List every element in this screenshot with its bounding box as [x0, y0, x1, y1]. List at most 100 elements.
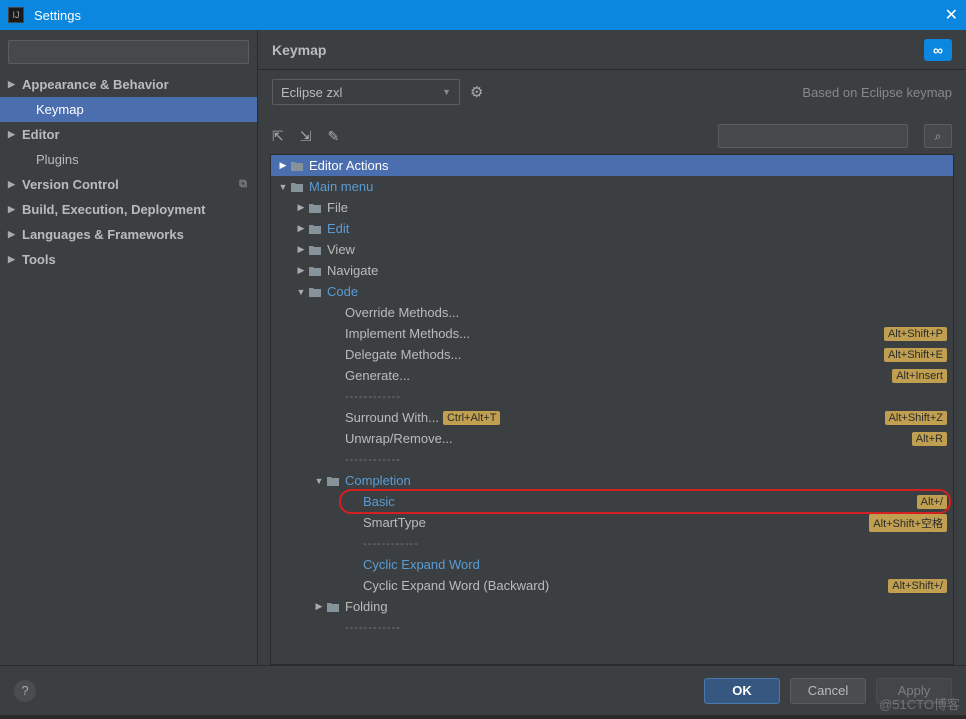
tree-row[interactable]: Generate...Alt+Insert [271, 365, 953, 386]
tree-row[interactable]: ------------ [271, 617, 953, 638]
sidebar-item[interactable]: ▶Languages & Frameworks [0, 222, 257, 247]
sidebar-item-label: Appearance & Behavior [22, 77, 169, 92]
app-logo-icon: IJ [8, 7, 24, 23]
tree-row[interactable]: ------------ [271, 533, 953, 554]
tree-label: Cyclic Expand Word [363, 557, 480, 572]
sidebar-item[interactable]: ▶Appearance & Behavior [0, 72, 257, 97]
chevron-right-icon: ▶ [295, 223, 307, 234]
action-tree[interactable]: ▶Editor Actions▼Main menu▶File▶Edit▶View… [270, 154, 954, 665]
tree-row[interactable]: ▶ Editor Actions [271, 155, 953, 176]
sidebar-item[interactable]: Plugins [0, 147, 257, 172]
chevron-down-icon: ▼ [277, 182, 289, 192]
find-shortcut-button[interactable]: ⌕ [924, 124, 952, 148]
tree-row[interactable]: Basic Alt+/ [271, 491, 953, 512]
sidebar-item-label: Version Control [22, 177, 119, 192]
shortcut-badge: Alt+Shift+P [884, 327, 947, 341]
cancel-button[interactable]: Cancel [790, 678, 866, 704]
help-button[interactable]: ? [14, 680, 36, 702]
sidebar-item-label: Tools [22, 252, 56, 267]
blank-icon [325, 327, 341, 341]
tree-row[interactable]: ▼Completion [271, 470, 953, 491]
sidebar-search-input[interactable] [8, 40, 249, 64]
sidebar-item[interactable]: ▶Version Control⧉ [0, 172, 257, 197]
share-badge-icon[interactable]: ∞ [924, 39, 952, 61]
window-title: Settings [34, 8, 81, 23]
tree-row[interactable]: Surround With... Ctrl+Alt+T Alt+Shift+Z [271, 407, 953, 428]
chevron-right-icon: ▶ [8, 204, 15, 215]
folder-icon [307, 201, 323, 215]
tree-label: Delegate Methods... [345, 347, 461, 362]
tree-row[interactable]: ▶View [271, 239, 953, 260]
sidebar-item-label: Plugins [36, 152, 79, 167]
keymap-dropdown[interactable]: Eclipse zxl ▼ [272, 79, 460, 105]
tree-label: Surround With... [345, 410, 439, 425]
ok-button[interactable]: OK [704, 678, 780, 704]
tree-row[interactable]: ▶Folding [271, 596, 953, 617]
expand-icon[interactable]: ⇱ [272, 128, 284, 145]
tree-label: Main menu [309, 179, 373, 194]
sidebar-item[interactable]: ▶ Tools [0, 247, 257, 272]
shortcut-badge: Alt+/ [917, 495, 947, 509]
tree-label: ------------ [345, 454, 401, 466]
collapse-icon[interactable]: ⇲ [300, 128, 312, 145]
chevron-down-icon: ▼ [295, 287, 307, 297]
tree-row[interactable]: ▶File [271, 197, 953, 218]
blank-icon [325, 432, 341, 446]
blank-icon [325, 390, 341, 404]
tree-label: Navigate [327, 263, 378, 278]
shortcut-badge: Alt+Shift+Z [885, 411, 947, 425]
tree-row[interactable]: ▶Navigate [271, 260, 953, 281]
tree-row[interactable]: ------------ [271, 449, 953, 470]
tree-row[interactable]: SmartTypeAlt+Shift+空格 [271, 512, 953, 533]
content: Keymap ∞ Eclipse zxl ▼ ⚙ Based on Eclips… [258, 30, 966, 665]
tree-row[interactable]: Override Methods... [271, 302, 953, 323]
tree-label: View [327, 242, 355, 257]
based-on-label: Based on Eclipse keymap [802, 85, 952, 100]
folder-icon [307, 264, 323, 278]
shortcut-badge: Ctrl+Alt+T [443, 411, 501, 425]
content-header: Keymap ∞ [258, 30, 966, 70]
tree-label: Unwrap/Remove... [345, 431, 453, 446]
sidebar-item[interactable]: ▶Build, Execution, Deployment [0, 197, 257, 222]
sidebar-item-label: Editor [22, 127, 60, 142]
footer: ? OK Cancel Apply [0, 665, 966, 715]
tree-row[interactable]: ▶Edit [271, 218, 953, 239]
gear-icon[interactable]: ⚙ [470, 83, 483, 101]
folder-icon [289, 159, 305, 173]
keymap-dropdown-value: Eclipse zxl [281, 85, 342, 100]
apply-button: Apply [876, 678, 952, 704]
tree-row[interactable]: Cyclic Expand Word [271, 554, 953, 575]
tree-label: Generate... [345, 368, 410, 383]
blank-icon [325, 411, 341, 425]
chevron-right-icon: ▶ [277, 160, 289, 171]
edit-icon[interactable]: ✎ [327, 128, 339, 145]
copy-icon: ⧉ [239, 178, 247, 191]
keymap-toolbar: ⇱ ⇲ ✎ ⌕ [258, 120, 966, 152]
chevron-right-icon: ▶ [8, 254, 15, 265]
tree-row[interactable]: Implement Methods... Alt+Shift+P [271, 323, 953, 344]
tree-label: Editor Actions [309, 158, 389, 173]
titlebar: IJ Settings ✕ [0, 0, 966, 30]
blank-icon [343, 537, 359, 551]
blank-icon [325, 621, 341, 635]
tree-row[interactable]: ▼Code [271, 281, 953, 302]
sidebar-item-label: Keymap [36, 102, 84, 117]
main: ▶Appearance & BehaviorKeymap▶EditorPlugi… [0, 30, 966, 665]
action-search-input[interactable] [718, 124, 908, 148]
close-icon[interactable]: ✕ [945, 5, 958, 25]
sidebar-item[interactable]: Keymap [0, 97, 257, 122]
tree-label: Basic [363, 494, 395, 509]
tree-row[interactable]: Delegate Methods...Alt+Shift+E [271, 344, 953, 365]
folder-icon [289, 180, 305, 194]
tree-row[interactable]: ------------ [271, 386, 953, 407]
shortcut-badge: Alt+Shift+空格 [869, 514, 947, 532]
tree-label: Completion [345, 473, 411, 488]
shortcut-badge: Alt+R [912, 432, 947, 446]
tree-row[interactable]: Cyclic Expand Word (Backward)Alt+Shift+/ [271, 575, 953, 596]
chevron-right-icon: ▶ [8, 129, 15, 140]
chevron-down-icon: ▼ [442, 87, 451, 97]
tree-label: Implement Methods... [345, 326, 470, 341]
sidebar-item[interactable]: ▶ Editor [0, 122, 257, 147]
tree-row[interactable]: ▼ Main menu [271, 176, 953, 197]
tree-row[interactable]: Unwrap/Remove... Alt+R [271, 428, 953, 449]
